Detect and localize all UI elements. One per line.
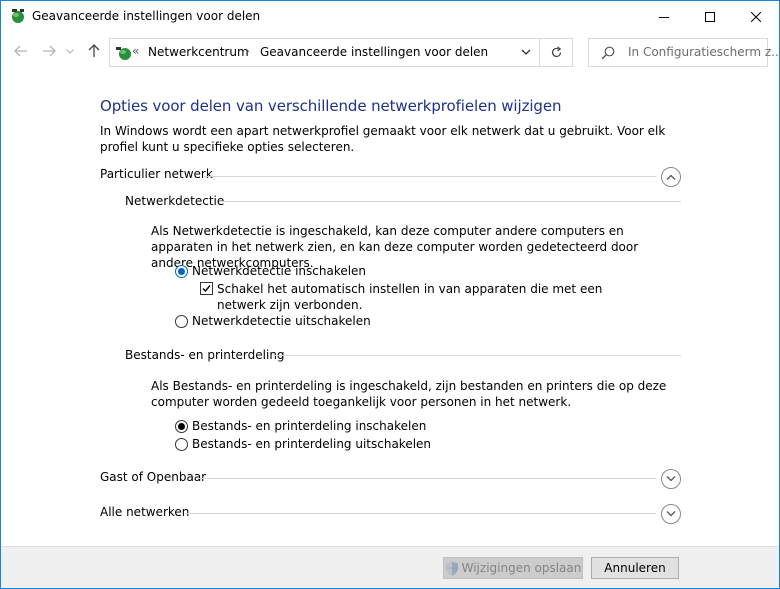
expand-all-networks-button[interactable] bbox=[661, 504, 681, 524]
minimize-button[interactable] bbox=[641, 1, 687, 32]
chevron-down-icon[interactable] bbox=[520, 46, 532, 58]
file-sharing-on-radio[interactable]: Bestands- en printerdeling inschakelen bbox=[175, 419, 426, 433]
close-icon bbox=[751, 11, 761, 22]
network-discovery-off-label: Netwerkdetectie uitschakelen bbox=[192, 314, 371, 328]
collapse-private-button[interactable] bbox=[661, 167, 681, 187]
network-discovery-title: Netwerkdetectie bbox=[125, 194, 225, 208]
network-center-icon bbox=[116, 47, 131, 60]
window-title: Geavanceerde instellingen voor delen bbox=[32, 9, 261, 23]
network-discovery-on-label: Netwerkdetectie inschakelen bbox=[192, 264, 367, 278]
refresh-icon bbox=[551, 46, 561, 58]
search-input[interactable]: In Configuratiescherm z... bbox=[628, 45, 780, 59]
intro-text: In Windows wordt een apart netwerkprofie… bbox=[100, 124, 666, 154]
section-all-networks-title[interactable]: Alle netwerken bbox=[100, 505, 189, 519]
window: Geavanceerde instellingen voor delen « N… bbox=[0, 0, 780, 589]
cancel-button[interactable]: Annuleren bbox=[591, 557, 679, 579]
chevron-down-icon bbox=[66, 48, 74, 54]
divider bbox=[204, 176, 656, 177]
expand-guest-button[interactable] bbox=[661, 469, 681, 489]
network-center-icon bbox=[12, 9, 24, 23]
section-guest-public-title[interactable]: Gast of Openbaar bbox=[100, 470, 206, 484]
radio-button[interactable] bbox=[175, 314, 188, 328]
divider bbox=[273, 355, 681, 356]
network-discovery-on-radio[interactable]: Netwerkdetectie inschakelen bbox=[175, 264, 366, 278]
forward-button[interactable] bbox=[39, 41, 59, 61]
file-sharing-on-label: Bestands- en printerdeling inschakelen bbox=[192, 419, 427, 433]
divider bbox=[185, 513, 656, 514]
minimize-icon bbox=[659, 16, 669, 18]
checkmark-icon bbox=[202, 285, 211, 293]
breadcrumb-separator[interactable]: › bbox=[245, 44, 250, 58]
back-button[interactable] bbox=[11, 41, 31, 61]
refresh-button[interactable] bbox=[540, 38, 573, 67]
file-sharing-off-label: Bestands- en printerdeling uitschakelen bbox=[192, 437, 432, 451]
radio-button[interactable] bbox=[175, 419, 188, 433]
divider bbox=[198, 478, 656, 479]
chevron-down-icon bbox=[666, 511, 676, 517]
address-bar[interactable]: « Netwerkcentrum › Geavanceerde instelli… bbox=[109, 38, 540, 67]
breadcrumb-network-center[interactable]: Netwerkcentrum bbox=[148, 45, 249, 59]
main-content: Opties voor delen van verschillende netw… bbox=[1, 72, 779, 546]
arrow-left-icon bbox=[14, 45, 27, 57]
auto-setup-label: Schakel het automatisch instellen in van… bbox=[217, 282, 603, 312]
breadcrumb-overflow-chevron[interactable]: « bbox=[132, 44, 139, 58]
radio-button[interactable] bbox=[175, 437, 188, 451]
recent-locations-button[interactable] bbox=[64, 41, 76, 61]
breadcrumb-advanced-sharing[interactable]: Geavanceerde instellingen voor delen bbox=[260, 45, 488, 59]
maximize-icon bbox=[705, 11, 715, 22]
search-box[interactable]: In Configuratiescherm z... bbox=[588, 38, 780, 67]
up-button[interactable] bbox=[84, 41, 104, 61]
file-printer-sharing-description: Als Bestands- en printerdeling is ingesc… bbox=[151, 379, 667, 409]
radio-button[interactable] bbox=[175, 264, 188, 278]
chevron-up-icon bbox=[666, 174, 676, 180]
auto-setup-checkbox[interactable] bbox=[200, 282, 213, 295]
arrow-right-icon bbox=[43, 45, 56, 57]
save-changes-label: Wijzigingen opslaan bbox=[461, 561, 582, 575]
file-sharing-off-radio[interactable]: Bestands- en printerdeling uitschakelen bbox=[175, 437, 431, 451]
arrow-up-icon bbox=[88, 44, 100, 57]
chevron-down-icon bbox=[666, 476, 676, 482]
section-private-network-title[interactable]: Particulier netwerk bbox=[100, 167, 213, 181]
cancel-label: Annuleren bbox=[604, 561, 666, 575]
search-icon bbox=[601, 46, 615, 60]
save-changes-button[interactable]: Wijzigingen opslaan bbox=[443, 557, 583, 579]
page-title: Opties voor delen van verschillende netw… bbox=[100, 97, 562, 115]
navigation-bar: « Netwerkcentrum › Geavanceerde instelli… bbox=[1, 32, 780, 72]
uac-shield-icon bbox=[445, 561, 458, 575]
close-button[interactable] bbox=[733, 1, 779, 32]
maximize-button[interactable] bbox=[687, 1, 733, 32]
file-printer-sharing-title: Bestands- en printerdeling bbox=[125, 348, 285, 362]
title-bar[interactable]: Geavanceerde instellingen voor delen bbox=[1, 1, 779, 32]
footer: Wijzigingen opslaan Annuleren bbox=[1, 546, 779, 588]
divider bbox=[219, 201, 681, 202]
network-discovery-off-radio[interactable]: Netwerkdetectie uitschakelen bbox=[175, 314, 371, 328]
